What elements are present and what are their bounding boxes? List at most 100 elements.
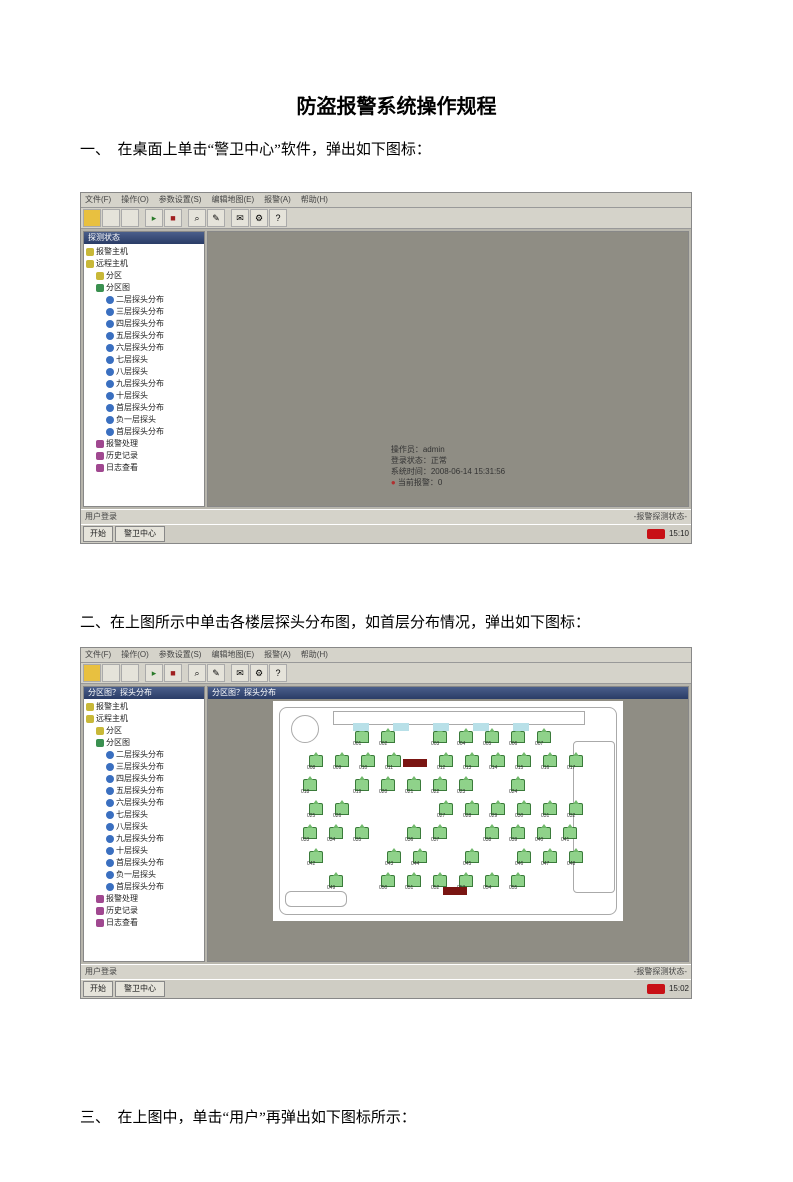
menu-item[interactable]: 参数设置(S) bbox=[159, 196, 202, 204]
sensor-label: 025 bbox=[307, 814, 315, 819]
toolbar-button[interactable]: ✎ bbox=[207, 209, 225, 227]
tree-item[interactable]: 八层探头 bbox=[86, 366, 202, 378]
start-button[interactable]: 开始 bbox=[83, 526, 113, 542]
tree-item[interactable]: 十层探头 bbox=[86, 845, 202, 857]
menu-item[interactable]: 操作(O) bbox=[121, 651, 149, 659]
menu-item[interactable]: 帮助(H) bbox=[301, 196, 328, 204]
toolbar-button[interactable]: ■ bbox=[164, 209, 182, 227]
menu-item[interactable]: 文件(F) bbox=[85, 196, 111, 204]
tree-item[interactable]: 首层探头分布 bbox=[86, 402, 202, 414]
tree-item[interactable]: 三层探头分布 bbox=[86, 306, 202, 318]
tree-item[interactable]: 报警处理 bbox=[86, 893, 202, 905]
tree-item[interactable]: 历史记录 bbox=[86, 905, 202, 917]
tree-item[interactable]: 分区图 bbox=[86, 282, 202, 294]
taskbar-app-button[interactable]: 警卫中心 bbox=[115, 981, 165, 997]
toolbar-button[interactable]: ✉ bbox=[231, 209, 249, 227]
sensor-label: 048 bbox=[567, 862, 575, 867]
menu-item[interactable]: 操作(O) bbox=[121, 196, 149, 204]
toolbar-button[interactable] bbox=[83, 664, 101, 682]
menu-item[interactable]: 帮助(H) bbox=[301, 651, 328, 659]
status-left: 用户登录 bbox=[85, 968, 117, 976]
sensor-label: 022 bbox=[431, 790, 439, 795]
tree-item-label: 首层探头分布 bbox=[116, 426, 164, 438]
tree-panel-title: 分区图？探头分布 bbox=[84, 687, 204, 699]
sensor-label: 001 bbox=[353, 742, 361, 747]
toolbar-button[interactable]: ⚙ bbox=[250, 664, 268, 682]
tree-item[interactable]: 负一层探头 bbox=[86, 869, 202, 881]
toolbar-button[interactable] bbox=[121, 664, 139, 682]
tree-item[interactable]: 九层探头分布 bbox=[86, 378, 202, 390]
sensor-label: 050 bbox=[379, 886, 387, 891]
tree-item[interactable]: 历史记录 bbox=[86, 450, 202, 462]
toolbar-button[interactable]: ⌕ bbox=[188, 209, 206, 227]
tree-item[interactable]: 五层探头分布 bbox=[86, 785, 202, 797]
tree-item[interactable]: 报警主机 bbox=[86, 246, 202, 258]
tree-item-label: 七层探头 bbox=[116, 354, 148, 366]
tree-item[interactable]: 日志查看 bbox=[86, 917, 202, 929]
menu-item[interactable]: 文件(F) bbox=[85, 651, 111, 659]
tree-item[interactable]: 报警主机 bbox=[86, 701, 202, 713]
tree-item[interactable]: 三层探头分布 bbox=[86, 761, 202, 773]
tree-item[interactable]: 分区 bbox=[86, 270, 202, 282]
start-button[interactable]: 开始 bbox=[83, 981, 113, 997]
sensor-label: 008 bbox=[307, 766, 315, 771]
toolbar-button[interactable] bbox=[121, 209, 139, 227]
tree-item[interactable]: 首层探头分布 bbox=[86, 857, 202, 869]
tree-item[interactable]: 负一层探头 bbox=[86, 414, 202, 426]
tree-item[interactable]: 日志查看 bbox=[86, 462, 202, 474]
tree-item[interactable]: 六层探头分布 bbox=[86, 342, 202, 354]
tree-item[interactable]: 七层探头 bbox=[86, 354, 202, 366]
sensor-label: 044 bbox=[411, 862, 419, 867]
toolbar-button[interactable]: ⌕ bbox=[188, 664, 206, 682]
tree-item[interactable]: 六层探头分布 bbox=[86, 797, 202, 809]
toolbar-button[interactable] bbox=[102, 209, 120, 227]
tree-item[interactable]: 二层探头分布 bbox=[86, 294, 202, 306]
tree-item[interactable]: 远程主机 bbox=[86, 258, 202, 270]
tree-item[interactable]: 四层探头分布 bbox=[86, 773, 202, 785]
tree-item[interactable]: 五层探头分布 bbox=[86, 330, 202, 342]
toolbar-button[interactable]: ▸ bbox=[145, 664, 163, 682]
tree-item-label: 报警主机 bbox=[96, 246, 128, 258]
tree-item[interactable]: 十层探头 bbox=[86, 390, 202, 402]
toolbar-button[interactable]: ✎ bbox=[207, 664, 225, 682]
tree-item[interactable]: 首层探头分布 bbox=[86, 881, 202, 893]
menu-item[interactable]: 编辑地图(E) bbox=[211, 651, 254, 659]
tree-item[interactable]: 八层探头 bbox=[86, 821, 202, 833]
tree-item[interactable]: 分区 bbox=[86, 725, 202, 737]
menu-item[interactable]: 参数设置(S) bbox=[159, 651, 202, 659]
menu-item[interactable]: 报警(A) bbox=[264, 196, 291, 204]
tree-item[interactable]: 远程主机 bbox=[86, 713, 202, 725]
toolbar-button[interactable]: ▸ bbox=[145, 209, 163, 227]
tree-item-label: 报警处理 bbox=[106, 438, 138, 450]
sensor-label: 039 bbox=[509, 838, 517, 843]
statusbar: 用户登录 -报警探测状态- bbox=[81, 509, 691, 524]
sensor-label: 043 bbox=[385, 862, 393, 867]
menu-item[interactable]: 报警(A) bbox=[264, 651, 291, 659]
tree-item[interactable]: 首层探头分布 bbox=[86, 426, 202, 438]
toolbar-button[interactable]: ✉ bbox=[231, 664, 249, 682]
tree-item[interactable]: 二层探头分布 bbox=[86, 749, 202, 761]
tree-panel-title: 探测状态 bbox=[84, 232, 204, 244]
tree-item-label: 首层探头分布 bbox=[116, 402, 164, 414]
menu-item[interactable]: 编辑地图(E) bbox=[211, 196, 254, 204]
sensor-label: 021 bbox=[405, 790, 413, 795]
tree-icon bbox=[106, 811, 114, 819]
statusbar: 用户登录 -报警探测状态- bbox=[81, 964, 691, 979]
toolbar-button[interactable] bbox=[102, 664, 120, 682]
tree-item[interactable]: 四层探头分布 bbox=[86, 318, 202, 330]
toolbar-button[interactable]: ? bbox=[269, 664, 287, 682]
tray-led-icon bbox=[647, 984, 665, 994]
tree-item[interactable]: 七层探头 bbox=[86, 809, 202, 821]
tree-icon bbox=[86, 248, 94, 256]
taskbar-app-button[interactable]: 警卫中心 bbox=[115, 526, 165, 542]
tree-item[interactable]: 分区图 bbox=[86, 737, 202, 749]
tree-item[interactable]: 九层探头分布 bbox=[86, 833, 202, 845]
tree-item-label: 远程主机 bbox=[96, 258, 128, 270]
tree-icon bbox=[96, 739, 104, 747]
sensor-label: 026 bbox=[333, 814, 341, 819]
tree-item[interactable]: 报警处理 bbox=[86, 438, 202, 450]
toolbar-button[interactable]: ■ bbox=[164, 664, 182, 682]
toolbar-button[interactable]: ⚙ bbox=[250, 209, 268, 227]
toolbar-button[interactable]: ? bbox=[269, 209, 287, 227]
toolbar-button[interactable] bbox=[83, 209, 101, 227]
